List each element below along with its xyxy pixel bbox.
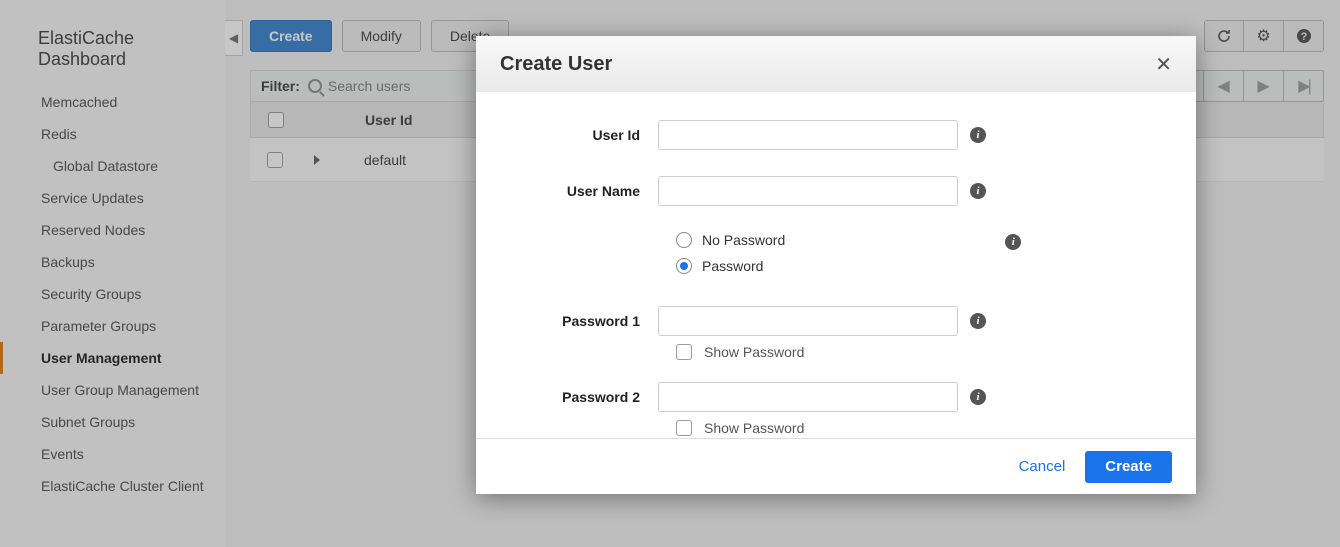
close-icon: ✕ [1155, 54, 1172, 76]
create-button[interactable]: Create [250, 20, 332, 52]
row-checkbox[interactable] [267, 152, 283, 168]
modal-header: Create User ✕ [476, 36, 1196, 92]
sidebar-item-memcached[interactable]: Memcached [0, 86, 225, 118]
radio-password[interactable]: Password [676, 258, 785, 274]
expand-row-icon[interactable] [314, 155, 320, 165]
collapse-sidebar-button[interactable]: ◀ [225, 20, 243, 56]
info-icon[interactable]: i [970, 389, 986, 405]
info-icon[interactable]: i [1005, 234, 1021, 250]
sidebar-item-parameter-groups[interactable]: Parameter Groups [0, 310, 225, 342]
sidebar-item-user-group-management[interactable]: User Group Management [0, 374, 225, 406]
label-user-id: User Id [498, 127, 658, 143]
show-password-label: Show Password [704, 344, 804, 360]
sidebar-item-subnet-groups[interactable]: Subnet Groups [0, 406, 225, 438]
chevron-left-icon: ◀ [229, 31, 238, 45]
sidebar-nav: MemcachedRedisGlobal DatastoreService Up… [0, 86, 225, 502]
svg-text:?: ? [1300, 31, 1307, 43]
help-icon: ? [1296, 28, 1312, 44]
modal-title: Create User [500, 53, 612, 76]
show-password-label: Show Password [704, 420, 804, 436]
user-name-input[interactable] [658, 176, 958, 206]
modal-body: User Id i User Name i No Password Passwo… [476, 92, 1196, 438]
help-button[interactable]: ? [1284, 20, 1324, 52]
radio-icon [676, 232, 692, 248]
sidebar-item-security-groups[interactable]: Security Groups [0, 278, 225, 310]
label-password2: Password 2 [498, 389, 658, 405]
pager-next-button[interactable]: ▶ [1244, 70, 1284, 102]
search-icon [308, 79, 322, 93]
radio-no-password[interactable]: No Password [676, 232, 785, 248]
chevron-right-icon: ▶ [1257, 76, 1269, 96]
sidebar-item-redis[interactable]: Redis [0, 118, 225, 150]
pager-last-button[interactable]: ▶| [1284, 70, 1324, 102]
label-user-name: User Name [498, 183, 658, 199]
sidebar-item-backups[interactable]: Backups [0, 246, 225, 278]
sidebar-item-user-management[interactable]: User Management [0, 342, 225, 374]
pager-prev-button[interactable]: ◀ [1204, 70, 1244, 102]
sidebar-item-reserved-nodes[interactable]: Reserved Nodes [0, 214, 225, 246]
radio-icon [676, 258, 692, 274]
sidebar-item-service-updates[interactable]: Service Updates [0, 182, 225, 214]
chevron-left-icon: ◀ [1217, 76, 1229, 96]
modal-close-button[interactable]: ✕ [1155, 52, 1172, 77]
show-password2-checkbox[interactable] [676, 420, 692, 436]
create-user-button[interactable]: Create [1085, 451, 1172, 483]
page-title[interactable]: ElastiCache Dashboard [0, 28, 225, 86]
cancel-button[interactable]: Cancel [1019, 458, 1066, 475]
sidebar-item-events[interactable]: Events [0, 438, 225, 470]
filter-label: Filter: [261, 78, 300, 94]
info-icon[interactable]: i [970, 183, 986, 199]
modify-button[interactable]: Modify [342, 20, 421, 52]
modal-footer: Cancel Create [476, 438, 1196, 494]
user-id-input[interactable] [658, 120, 958, 150]
settings-button[interactable]: ⚙ [1244, 20, 1284, 52]
cell-user-id: default [340, 152, 406, 168]
password1-input[interactable] [658, 306, 958, 336]
info-icon[interactable]: i [970, 127, 986, 143]
select-all-checkbox[interactable] [268, 112, 284, 128]
sidebar-item-elasticache-cluster-client[interactable]: ElastiCache Cluster Client [0, 470, 225, 502]
password2-input[interactable] [658, 382, 958, 412]
password-mode-radio-group: No Password Password [676, 232, 785, 284]
show-password1-checkbox[interactable] [676, 344, 692, 360]
last-page-icon: ▶| [1298, 76, 1308, 96]
toolbar-actions: ⚙ ? [1204, 20, 1324, 52]
radio-label: No Password [702, 232, 785, 248]
refresh-icon [1216, 28, 1232, 44]
label-password1: Password 1 [498, 313, 658, 329]
radio-label: Password [702, 258, 763, 274]
gear-icon: ⚙ [1256, 26, 1270, 46]
info-icon[interactable]: i [970, 313, 986, 329]
create-user-modal: Create User ✕ User Id i User Name i No P… [476, 36, 1196, 494]
column-header-user-id[interactable]: User Id [341, 112, 412, 128]
sidebar-item-global-datastore[interactable]: Global Datastore [0, 150, 225, 182]
sidebar: ElastiCache Dashboard MemcachedRedisGlob… [0, 0, 225, 547]
refresh-button[interactable] [1204, 20, 1244, 52]
